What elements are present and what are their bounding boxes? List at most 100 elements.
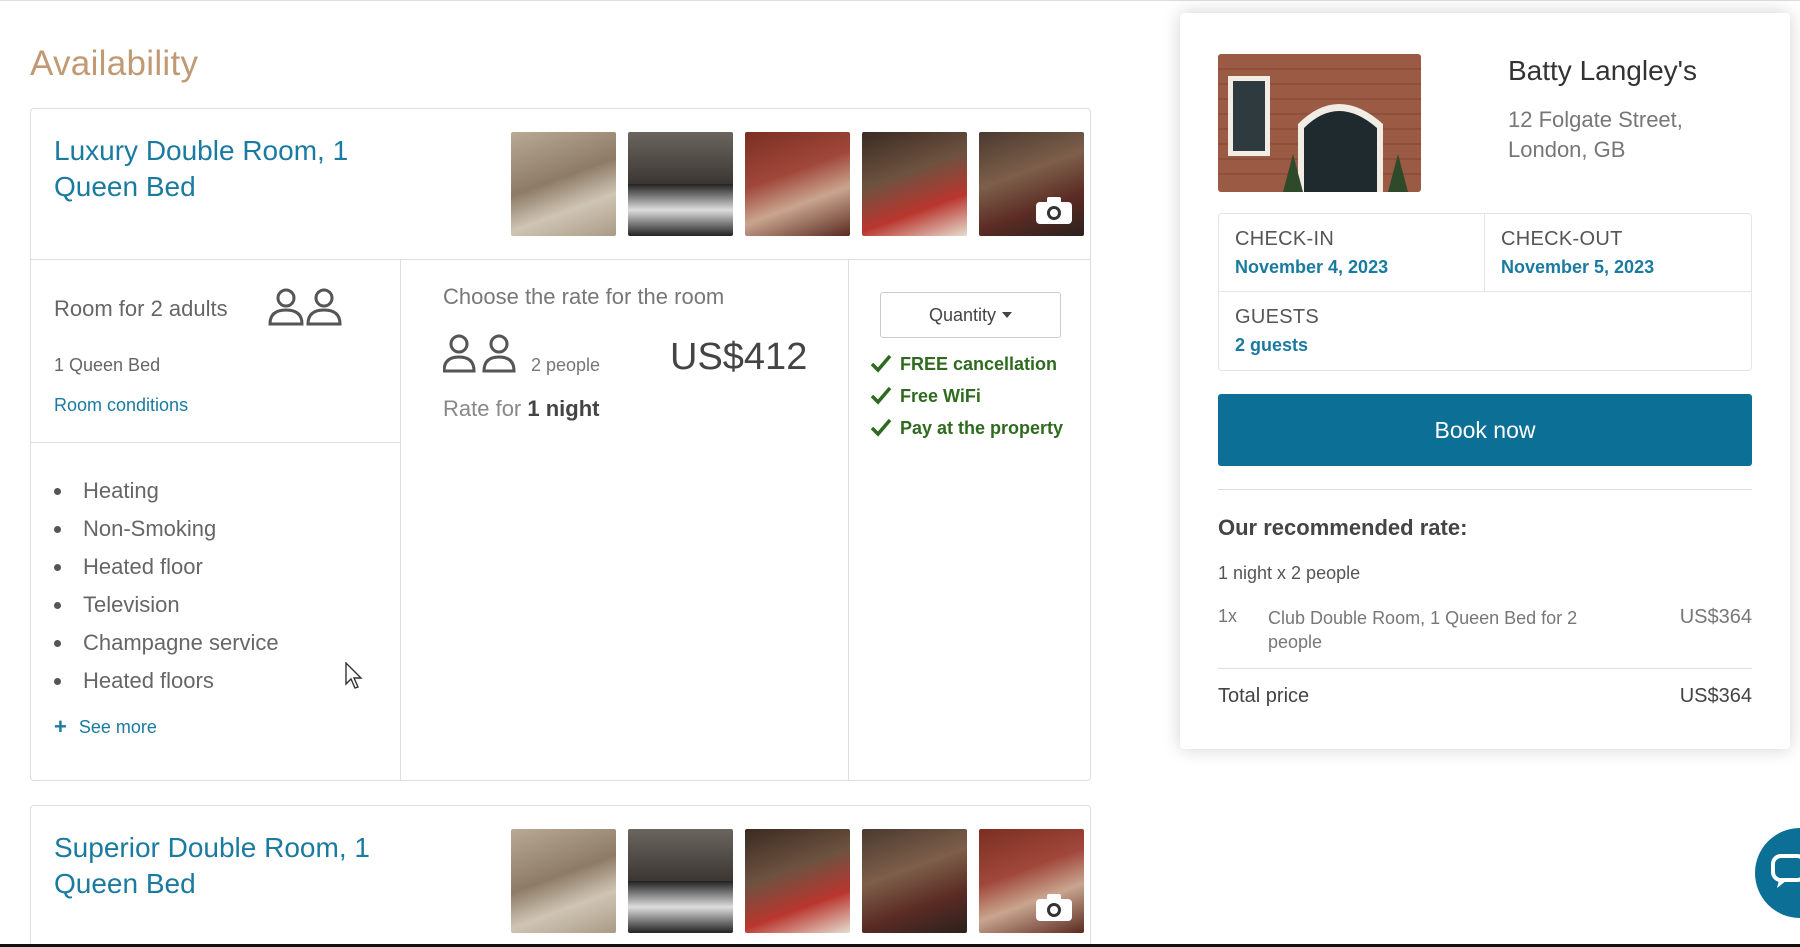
list-item: Heating [54,472,279,510]
bed-type: 1 Queen Bed [54,355,161,375]
book-now-button[interactable]: Book now [1218,394,1752,466]
room-body: Room for 2 adults 1 Queen Bed Room condi… [31,260,1090,780]
amenity-label: Champagne service [83,630,279,655]
room-title[interactable]: Luxury Double Room, 1 Queen Bed [54,133,404,205]
list-item: Free WiFi [870,384,1065,408]
room-photo-thumbnail[interactable] [862,829,967,933]
people-icon [443,334,516,373]
check-icon [870,354,892,373]
hotel-photo [1218,54,1421,192]
quantity-column: Quantity FREE cancellation Free WiFi Pay… [849,260,1090,780]
room-photo-thumbnail[interactable] [979,132,1084,236]
rate-column: Choose the rate for the room 2 people US… [401,260,849,780]
bullet-icon [54,563,61,571]
hotel-address: 12 Folgate Street, London, GB [1508,107,1683,162]
room-photo-thumbnail[interactable] [511,132,616,236]
list-item: Television [54,586,279,624]
check-in-label: CHECK-IN [1235,228,1335,250]
hotel-name: Batty Langley's [1508,55,1698,86]
room-card: Superior Double Room, 1 Queen Bed [30,805,1091,947]
amenity-label: Non-Smoking [83,516,217,541]
check-in-date: November 4, 2023 [1235,257,1389,277]
room-photo-thumbnail[interactable] [628,829,733,933]
divider [1218,489,1752,490]
room-card: Luxury Double Room, 1 Queen Bed Room for… [30,108,1091,781]
list-item: Non-Smoking [54,510,279,548]
room-conditions-link[interactable]: Room conditions [54,395,188,416]
room-photo-thumbnail[interactable] [511,829,616,933]
list-item: Heated floors [54,662,279,700]
nights-people-summary: 1 night x 2 people [1218,563,1361,583]
total-price-label: Total price [1218,685,1310,707]
room-photo-thumbnail[interactable] [628,132,733,236]
recommended-room: Club Double Room, 1 Queen Bed for 2 peop… [1268,608,1578,652]
recommended-rate-heading: Our recommended rate: [1218,515,1468,540]
bullet-icon [54,601,61,609]
chat-icon[interactable] [1755,828,1800,918]
room-capacity-section: Room for 2 adults 1 Queen Bed Room condi… [31,260,400,443]
benefits-list: FREE cancellation Free WiFi Pay at the p… [870,352,1065,448]
mouse-cursor-icon [345,662,363,689]
room-photo-gallery [511,132,1084,236]
room-photo-thumbnail[interactable] [745,829,850,933]
rate-for-prefix: Rate for [443,396,522,421]
check-out-label: CHECK-OUT [1501,228,1623,250]
hotel-facade-image [1218,54,1421,192]
amenity-label: Heated floors [83,668,214,693]
choose-rate-heading: Choose the rate for the room [443,284,725,309]
amenity-label: Television [83,592,180,617]
plus-icon: + [54,714,67,739]
benefit-label: FREE cancellation [900,354,1058,374]
bullet-icon [54,639,61,647]
bullet-icon [54,487,61,495]
camera-icon[interactable] [1034,196,1074,226]
see-more-link[interactable]: + See more [54,714,157,740]
amenities-list: Heating Non-Smoking Heated floor Televis… [54,472,279,700]
room-photo-thumbnail[interactable] [862,132,967,236]
check-in-field[interactable]: CHECK-IN November 4, 2023 [1219,214,1485,292]
room-header: Luxury Double Room, 1 Queen Bed [31,109,1090,260]
check-icon [870,386,892,405]
rate-duration: Rate for 1 night [443,396,600,422]
camera-icon[interactable] [1034,893,1074,923]
list-item: Pay at the property [870,416,1065,440]
room-info-column: Room for 2 adults 1 Queen Bed Room condi… [31,260,401,780]
quantity-dropdown[interactable]: Quantity [880,292,1061,338]
stay-details: CHECK-IN November 4, 2023 CHECK-OUT Nove… [1218,213,1752,371]
amenity-label: Heating [83,478,159,503]
room-photo-thumbnail[interactable] [979,829,1084,933]
guests-field[interactable]: GUESTS 2 guests [1219,292,1751,370]
amenity-label: Heated floor [83,554,203,579]
people-icon [268,288,342,326]
bullet-icon [54,525,61,533]
bullet-icon [54,677,61,685]
room-capacity: Room for 2 adults [54,296,228,321]
caret-down-icon [1002,312,1013,318]
guests-value: 2 guests [1235,335,1309,355]
benefit-label: Free WiFi [900,386,981,406]
benefit-label: Pay at the property [900,418,1064,438]
recommended-quantity: 1x [1218,606,1238,626]
recommended-price: US$364 [1679,606,1752,628]
see-more-label: See more [78,716,157,737]
room-header: Superior Double Room, 1 Queen Bed [31,806,1090,947]
room-title[interactable]: Superior Double Room, 1 Queen Bed [54,830,404,902]
room-photo-gallery [511,829,1084,933]
rate-for-nights: 1 night [527,396,600,421]
top-divider [0,0,1800,1]
check-out-date: November 5, 2023 [1501,257,1655,277]
list-item: FREE cancellation [870,352,1065,376]
people-count: 2 people [531,355,601,375]
quantity-label: Quantity [928,304,997,325]
availability-title: Availability [30,44,199,83]
divider [1218,668,1752,669]
total-price-value: US$364 [1679,685,1752,707]
list-item: Champagne service [54,624,279,662]
booking-summary-sidebar: Batty Langley's 12 Folgate Street, Londo… [1180,13,1790,749]
check-out-field[interactable]: CHECK-OUT November 5, 2023 [1485,214,1751,292]
room-photo-thumbnail[interactable] [745,132,850,236]
list-item: Heated floor [54,548,279,586]
guests-label: GUESTS [1235,306,1320,328]
chat-bubble-glyph [1771,854,1800,888]
check-icon [870,418,892,437]
